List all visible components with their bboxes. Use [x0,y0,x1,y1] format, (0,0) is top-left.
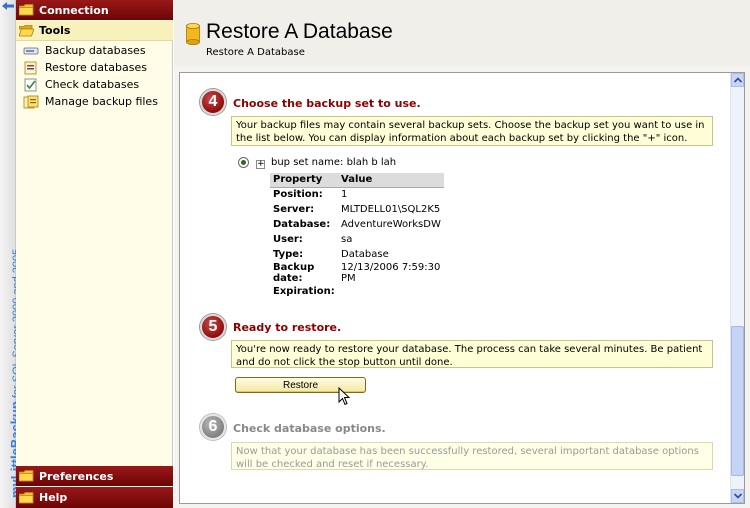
column-header-value: Value [338,173,444,188]
folder-icon [19,4,34,16]
section-preferences-label: Preferences [39,469,114,483]
backup-set-properties-table: Property Value Position: 1 Server: MLTDELL… [270,173,444,299]
sidebar-item-label: Manage backup files [45,95,158,108]
step-5-title: Ready to restore. [233,321,342,334]
table-row: Backup date: 12/13/2006 7:59:30 PM [270,262,444,284]
table-row: Type: Database [270,247,444,262]
step-5-info: You're now ready to restore your databas… [231,340,713,368]
section-connection-label: Connection [39,3,109,17]
content-panel: 4 Choose the backup set to use. Your bac… [179,72,745,504]
step-6-info: Now that your database has been successf… [231,442,713,470]
section-connection[interactable]: Connection [16,0,173,20]
property-value: 1 [341,189,348,201]
property-value [338,284,444,299]
section-tools-label: Tools [39,24,71,37]
database-icon [186,23,200,48]
step-6-badge: 6 [200,414,226,440]
table-row: Expiration: [270,284,444,299]
step-4-badge: 4 [200,89,226,115]
main-panel: Restore A Database Restore A Database 4 … [174,0,750,508]
property-name: Backup date: [273,262,315,284]
sidebar-item-check-databases[interactable]: Check databases [23,76,139,93]
page-header: Restore A Database Restore A Database [174,0,750,66]
expand-backup-set-icon[interactable]: + [256,160,265,169]
property-name: Database: [273,219,331,230]
property-value: Database [341,249,389,260]
check-databases-icon [23,78,39,92]
sidebar-item-label: Restore databases [45,61,147,74]
property-name: Server: [273,204,315,215]
open-folder-icon [19,24,34,37]
step-4-title: Choose the backup set to use. [233,97,421,110]
table-row: Position: 1 [270,187,444,202]
table-row: User: sa [270,232,444,247]
chevron-up-icon [733,77,742,83]
folder-icon [19,470,34,482]
vertical-scrollbar[interactable] [730,73,744,503]
scroll-up-button[interactable] [731,73,744,87]
property-value: 12/13/2006 7:59:30 PM [341,262,441,284]
backup-set-radio[interactable] [238,157,249,168]
pin-icon[interactable] [2,2,14,10]
table-row: Server: MLTDELL01\SQL2K5 [270,202,444,217]
backup-set-name: bup set name: blah b lah [271,157,397,168]
folder-icon [19,491,34,504]
sidebar: Connection Tools Backup databases Restor… [16,0,173,508]
property-value: AdventureWorksDW [341,219,441,230]
step-5-badge: 5 [200,314,226,340]
brand-strip: myLittleBackup for SQL Server 2000 and 2… [0,0,23,508]
section-preferences[interactable]: Preferences [16,466,173,486]
property-name: Expiration: [273,286,335,297]
property-value: MLTDELL01\SQL2K5 [341,204,441,215]
backup-databases-icon [23,44,39,58]
step-6-title: Check database options. [233,422,386,435]
sidebar-item-label: Check databases [45,78,140,91]
chevron-down-icon [733,493,742,499]
property-value: sa [341,234,353,245]
page-subtitle: Restore A Database [206,47,305,58]
restore-databases-icon [23,61,39,75]
property-name: Position: [273,189,323,201]
sidebar-item-label: Backup databases [45,44,146,57]
sidebar-item-backup-databases[interactable]: Backup databases [23,42,146,59]
scrollbar-thumb[interactable] [731,326,744,476]
table-header-row: Property Value [270,173,444,188]
column-header-property: Property [270,173,338,188]
mouse-cursor-icon [338,387,350,406]
page-title: Restore A Database [206,20,393,43]
step-4-info: Your backup files may contain several ba… [231,116,713,146]
scroll-down-button[interactable] [731,489,744,503]
sidebar-item-restore-databases[interactable]: Restore databases [23,59,147,76]
manage-backup-files-icon [23,95,39,109]
section-help[interactable]: Help [16,487,173,508]
table-row: Database: AdventureWorksDW [270,217,444,232]
property-name: User: [273,234,303,245]
section-help-label: Help [39,491,68,504]
property-name: Type: [273,249,304,260]
sidebar-item-manage-backup-files[interactable]: Manage backup files [23,93,158,110]
section-tools[interactable]: Tools [16,21,173,41]
